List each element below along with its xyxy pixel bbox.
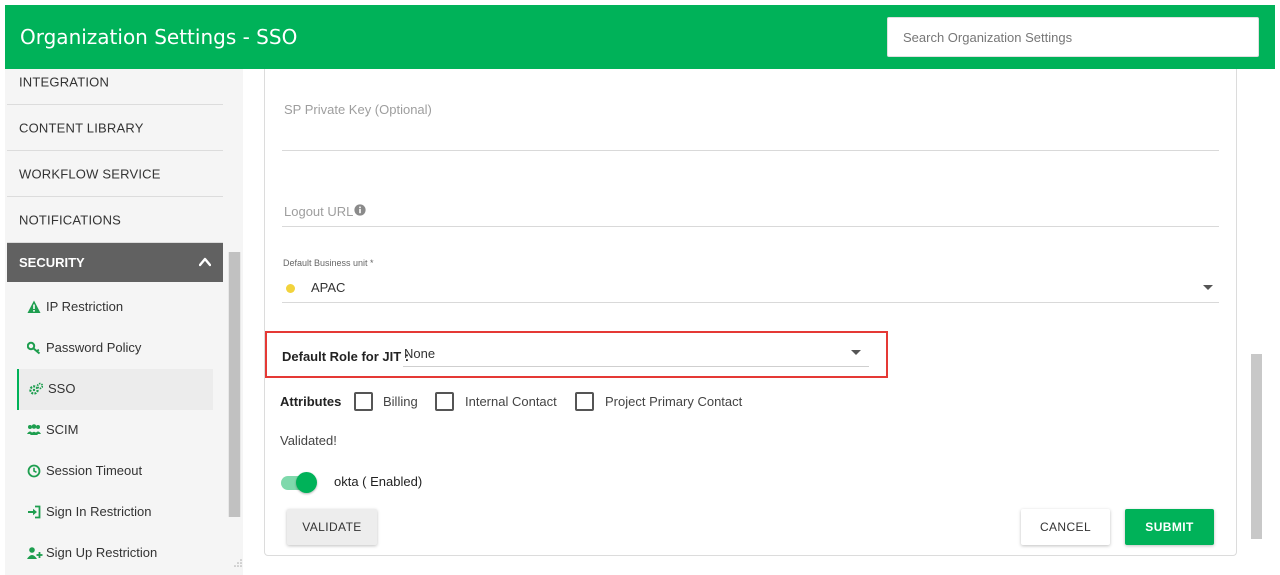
cancel-button[interactable]: CANCEL [1021,509,1110,545]
internal-contact-checkbox[interactable] [435,392,454,411]
sidebar-item-scim[interactable]: SCIM [17,410,213,451]
submit-button[interactable]: SUBMIT [1125,509,1214,545]
sidebar-item-label: NOTIFICATIONS [19,212,122,227]
logout-url-placeholder: Logout URL [284,204,354,219]
sidebar-item-workflow-service[interactable]: WORKFLOW SERVICE [7,151,223,197]
main-scrollbar-thumb[interactable] [1251,354,1262,539]
search-input[interactable] [888,18,1258,56]
sidebar-item-sign-up-restriction[interactable]: Sign Up Restriction [17,533,213,574]
billing-checkbox-label: Billing [383,394,418,409]
sidebar-item-sso[interactable]: SSO [17,369,213,410]
default-role-jit-value: None [404,346,436,361]
caret-down-icon[interactable] [851,350,861,355]
sidebar-item-ip-restriction[interactable]: IP Restriction [17,287,213,328]
sidebar-item-label: SSO [48,381,76,396]
default-role-jit-label: Default Role for JIT : [282,349,410,364]
sidebar-section-security[interactable]: SECURITY [7,243,223,282]
sidebar-item-integration[interactable]: INTEGRATION [7,69,223,105]
sidebar-item-sign-in-restriction[interactable]: Sign In Restriction [17,492,213,533]
toggle-knob[interactable] [296,472,317,493]
business-unit-color-dot [286,284,295,293]
validation-status-text: Validated! [280,433,337,448]
internal-contact-checkbox-label: Internal Contact [465,394,557,409]
sso-settings-panel: SP Private Key (Optional) Logout URL Def… [264,69,1237,556]
project-primary-contact-checkbox-label: Project Primary Contact [605,394,743,409]
okta-enabled-toggle[interactable] [281,471,317,493]
gears-icon [29,382,43,395]
default-business-unit-label: Default Business unit * [283,258,374,268]
validate-button[interactable]: VALIDATE [287,509,377,545]
sidebar-item-label: WORKFLOW SERVICE [19,166,161,181]
okta-toggle-label: okta ( Enabled) [334,474,423,489]
sidebar: INTEGRATION CONTENT LIBRARY WORKFLOW SER… [5,69,243,575]
default-role-jit-highlight: Default Role for JIT : None [265,331,888,378]
billing-checkbox[interactable] [354,392,373,411]
attributes-label: Attributes [280,394,342,409]
app-window: Organization Settings - SSO INTEGRATION … [0,0,1280,575]
info-icon[interactable] [354,204,366,216]
sidebar-item-password-policy[interactable]: Password Policy [17,328,213,369]
project-primary-contact-checkbox[interactable] [575,392,594,411]
sidebar-item-label: Sign Up Restriction [46,545,158,560]
sidebar-item-notifications[interactable]: NOTIFICATIONS [7,197,223,243]
header-bar: Organization Settings - SSO [5,5,1275,69]
sidebar-item-label: SCIM [46,422,79,437]
sidebar-item-session-timeout[interactable]: Session Timeout [17,451,213,492]
sidebar-item-label: Sign In Restriction [46,504,152,519]
resize-grip-icon[interactable] [233,558,243,568]
sidebar-item-label: CONTENT LIBRARY [19,120,144,135]
sidebar-scrollbar-thumb[interactable] [229,252,240,517]
sp-private-key-placeholder: SP Private Key (Optional) [284,102,432,117]
default-business-unit-underline [282,302,1219,303]
sidebar-item-label: INTEGRATION [19,74,110,89]
sign-in-icon [28,505,41,519]
users-icon [27,424,41,435]
sp-private-key-underline [282,150,1219,151]
sidebar-item-label: Session Timeout [46,463,143,478]
sidebar-section-label: SECURITY [19,255,85,270]
user-plus-icon [27,547,43,559]
default-business-unit-value: APAC [311,280,346,295]
clock-icon [27,464,41,478]
sidebar-item-label: IP Restriction [46,299,124,314]
sidebar-item-label: Password Policy [46,340,142,355]
chevron-up-icon[interactable] [199,256,211,268]
warning-icon [27,300,41,313]
caret-down-icon[interactable] [1203,285,1213,290]
page-title: Organization Settings - SSO [20,25,298,49]
default-role-jit-select[interactable]: None [403,343,869,367]
logout-url-underline [282,226,1219,227]
sidebar-item-content-library[interactable]: CONTENT LIBRARY [7,105,223,151]
key-icon [27,341,41,355]
search-box[interactable] [887,17,1259,57]
